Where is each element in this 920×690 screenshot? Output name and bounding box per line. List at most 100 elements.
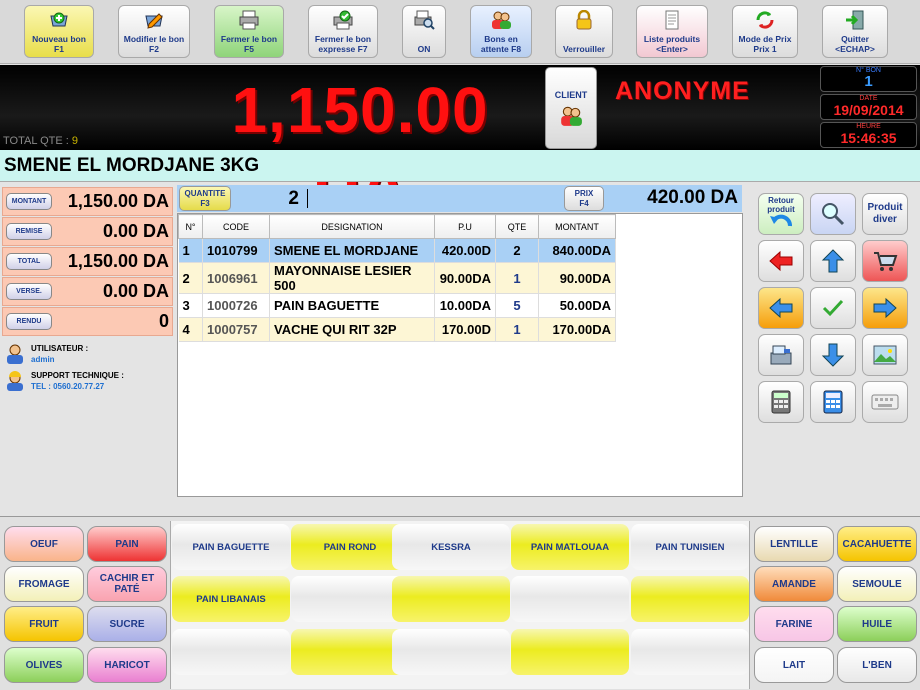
return-product-button[interactable]: Retour produit — [758, 193, 804, 235]
waiting-receipts-label: Bons en attente F8 — [480, 34, 522, 54]
receipt-lines-table: N° CODE DESIGNATION P.U QTE MONTANT 1 10… — [177, 213, 743, 497]
quantity-button[interactable]: QUANTITE F3 — [179, 186, 231, 211]
support-icon — [7, 371, 23, 391]
client-button[interactable]: CLIENT — [545, 67, 597, 149]
close-receipt-button[interactable]: Fermer le bon F5 — [214, 5, 284, 58]
product-empty-slot[interactable] — [511, 576, 629, 622]
client-label: CLIENT — [554, 90, 588, 100]
lock-button[interactable]: Verrouiller — [555, 5, 613, 58]
image-button[interactable] — [862, 334, 908, 376]
users-waiting-icon — [492, 11, 511, 29]
category-semoule[interactable]: SEMOULE — [837, 566, 917, 602]
calculator-button[interactable] — [758, 381, 804, 423]
left-arrow-button[interactable] — [758, 287, 804, 329]
bon-number-value: 1 — [864, 73, 873, 90]
edit-receipt-button[interactable]: Modifier le bon F2 — [118, 5, 190, 58]
cell-montant: 50.00DA — [538, 293, 616, 318]
arrow-down-icon — [821, 343, 845, 367]
product-empty-slot[interactable] — [631, 576, 749, 622]
rendu-button[interactable]: RENDU — [6, 313, 52, 330]
printer-search-icon — [414, 10, 435, 30]
price-button[interactable]: PRIX F4 — [564, 186, 604, 211]
product-pain-tunisien[interactable]: PAIN TUNISIEN — [631, 524, 749, 570]
remise-value: 0.00 DA — [102, 221, 169, 241]
time-box: HEURE 15:46:35 — [820, 122, 917, 148]
category-huile[interactable]: HUILE — [837, 606, 917, 642]
keyboard-button[interactable] — [862, 381, 908, 423]
user-info: UTILISATEUR : admin — [4, 343, 88, 365]
new-receipt-button[interactable]: Nouveau bon F1 — [24, 5, 94, 58]
product-pain-libanais[interactable]: PAIN LIBANAIS — [172, 576, 290, 622]
calculator-blue-button[interactable] — [810, 381, 856, 423]
search-button[interactable] — [810, 193, 856, 235]
category-sucre[interactable]: SUCRE — [87, 606, 167, 642]
printer-icon — [239, 10, 259, 30]
validate-button[interactable] — [810, 287, 856, 329]
down-arrow-button[interactable] — [810, 334, 856, 376]
category-lben[interactable]: L'BEN — [837, 647, 917, 683]
category-haricot[interactable]: HARICOT — [87, 647, 167, 683]
table-row[interactable]: 3 1000726 PAIN BAGUETTE 10.00DA 5 50.00D… — [178, 293, 616, 318]
category-pain[interactable]: PAIN — [87, 526, 167, 562]
category-oeuf[interactable]: OEUF — [4, 526, 84, 562]
category-farine[interactable]: FARINE — [754, 606, 834, 642]
price-mode-label: Mode de Prix Prix 1 — [738, 34, 792, 54]
column-header-designation[interactable]: DESIGNATION — [269, 214, 435, 239]
category-fruit[interactable]: FRUIT — [4, 606, 84, 642]
date-value: 19/09/2014 — [833, 102, 904, 118]
table-row[interactable]: 1 1010799 SMENE EL MORDJANE 420.00D 2 84… — [178, 238, 616, 263]
arrow-up-icon — [821, 249, 845, 273]
pos-window: Nouveau bon F1 Modifier le bon F2 Fermer… — [0, 0, 920, 690]
product-list-button[interactable]: Liste produits <Enter> — [636, 5, 708, 58]
category-lait[interactable]: LAIT — [754, 647, 834, 683]
column-header-qte[interactable]: QTE — [495, 214, 539, 239]
client-icon — [561, 106, 582, 126]
remise-button[interactable]: REMISE — [6, 223, 52, 240]
product-empty-slot[interactable] — [631, 629, 749, 675]
printer-on-button[interactable]: ON — [402, 5, 446, 58]
product-empty-slot[interactable] — [392, 629, 510, 675]
arrow-left-icon — [769, 297, 793, 319]
express-close-button[interactable]: Fermer le bon expresse F7 — [308, 5, 378, 58]
product-pain-baguette[interactable]: PAIN BAGUETTE — [172, 524, 290, 570]
table-row[interactable]: 2 1006961 MAYONNAISE LESIER 500 90.00DA … — [178, 262, 616, 294]
cash-register-button[interactable] — [758, 334, 804, 376]
product-kessra[interactable]: KESSRA — [392, 524, 510, 570]
waiting-receipts-button[interactable]: Bons en attente F8 — [470, 5, 532, 58]
column-header-pu[interactable]: P.U — [434, 214, 496, 239]
price-mode-button[interactable]: Mode de Prix Prix 1 — [732, 5, 798, 58]
cell-montant: 170.00DA — [538, 317, 616, 342]
quick-products-area: OEUF PAIN FROMAGE CACHIR ET PATÉ FRUIT S… — [0, 516, 920, 690]
user-icon — [7, 344, 23, 364]
category-amande[interactable]: AMANDE — [754, 566, 834, 602]
category-olives[interactable]: OLIVES — [4, 647, 84, 683]
up-arrow-button[interactable] — [810, 240, 856, 282]
product-pain-matlouaa[interactable]: PAIN MATLOUAA — [511, 524, 629, 570]
product-empty-slot[interactable] — [511, 629, 629, 675]
left-arrow-red-button[interactable] — [758, 240, 804, 282]
category-cachir-pate[interactable]: CACHIR ET PATÉ — [87, 566, 167, 602]
quit-button[interactable]: Quitter <ECHAP> — [822, 5, 888, 58]
table-row[interactable]: 4 1000757 VACHE QUI RIT 32P 170.00D 1 17… — [178, 317, 616, 342]
right-arrow-button[interactable] — [862, 287, 908, 329]
product-empty-slot[interactable] — [172, 629, 290, 675]
column-header-number[interactable]: N° — [178, 214, 203, 239]
column-header-code[interactable]: CODE — [202, 214, 270, 239]
quantity-input[interactable] — [235, 187, 305, 210]
edit-receipt-label: Modifier le bon F2 — [123, 34, 185, 54]
current-product-name: SMENE EL MORDJANE 3KG — [4, 155, 260, 176]
close-receipt-label: Fermer le bon F5 — [220, 34, 278, 54]
product-empty-slot[interactable] — [392, 576, 510, 622]
category-cacahuette[interactable]: CACAHUETTE — [837, 526, 917, 562]
cell-number: 3 — [178, 293, 203, 318]
montant-button[interactable]: MONTANT — [6, 193, 52, 210]
printer-on-label: ON — [417, 44, 431, 54]
verse-button[interactable]: VERSE. — [6, 283, 52, 300]
column-header-montant[interactable]: MONTANT — [538, 214, 616, 239]
category-lentille[interactable]: LENTILLE — [754, 526, 834, 562]
misc-product-button[interactable]: Produit diver — [862, 193, 908, 235]
category-fromage[interactable]: FROMAGE — [4, 566, 84, 602]
new-receipt-icon — [50, 12, 68, 27]
total-button[interactable]: TOTAL — [6, 253, 52, 270]
cart-button[interactable] — [862, 240, 908, 282]
